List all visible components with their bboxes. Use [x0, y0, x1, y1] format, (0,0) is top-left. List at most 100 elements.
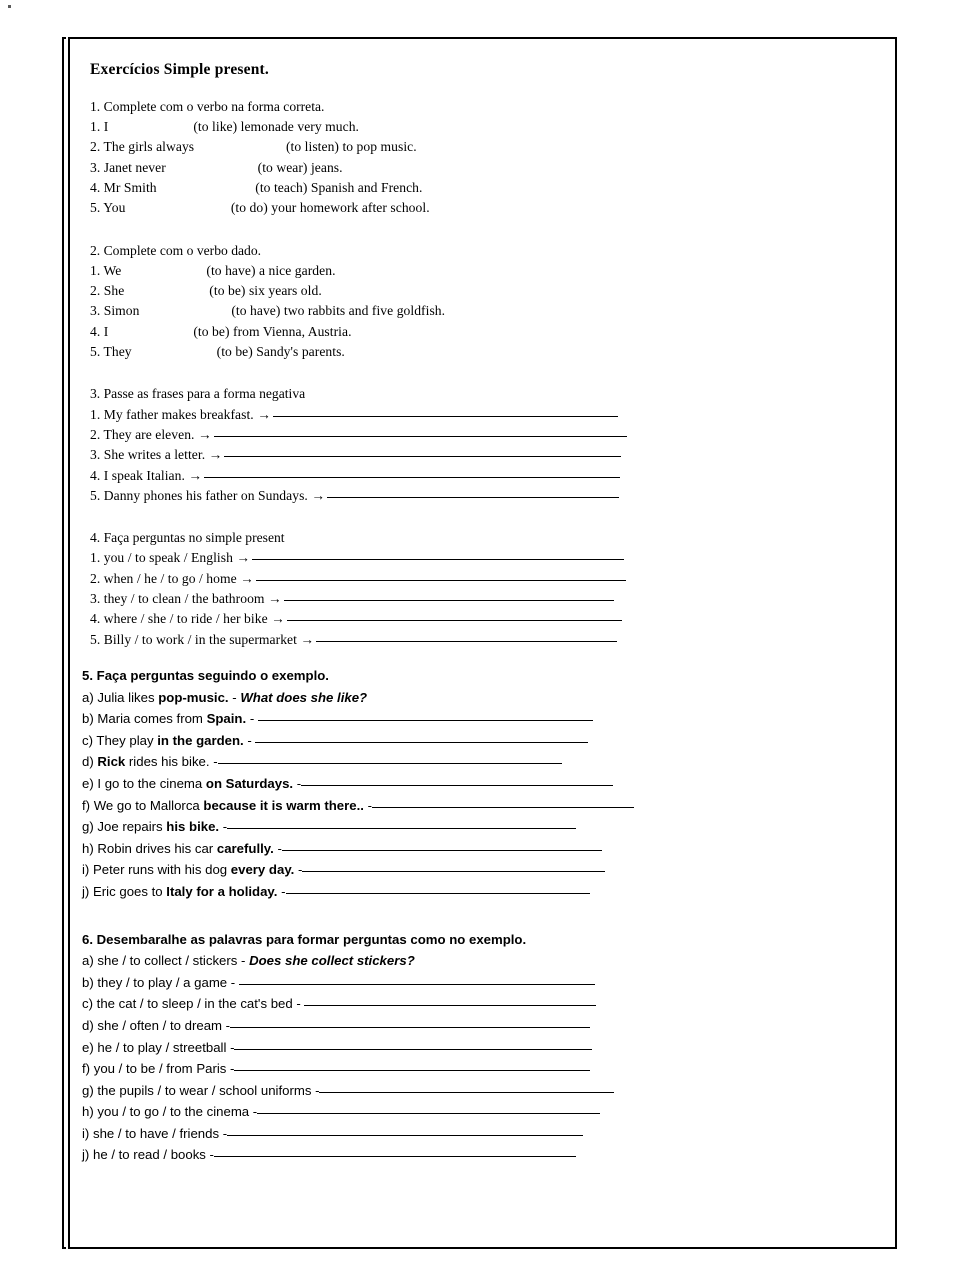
item-text: 4. where / she / to ride / her bike — [90, 611, 268, 627]
exercise-1-item-3: 3. Janet never _____________(to wear) je… — [90, 158, 870, 178]
fill-blank[interactable]: ______________ — [157, 180, 252, 195]
item-text-bold: in the garden. — [157, 732, 244, 748]
item-suffix: (to have) a nice garden. — [206, 262, 336, 278]
item-suffix: (to do) your homework after school. — [230, 200, 430, 216]
item-text-bold: because it is warm there.. — [203, 797, 364, 813]
answer-line[interactable] — [316, 630, 618, 642]
answer-line[interactable] — [204, 466, 621, 478]
answer-line[interactable] — [372, 796, 635, 808]
exercise-2-item-3: 3. Simon _____________(to have) two rabb… — [90, 301, 870, 321]
item-suffix: (to have) two rabbits and five goldfish. — [231, 303, 446, 319]
answer-line[interactable] — [255, 731, 589, 743]
exercise-6-item-f: f) you / to be / from Paris - — [82, 1058, 872, 1080]
fill-blank[interactable]: _____________ — [169, 160, 257, 175]
answer-line[interactable] — [286, 609, 622, 622]
arrow-icon: → — [311, 487, 325, 503]
answer-line[interactable] — [255, 569, 626, 581]
answer-line[interactable] — [257, 709, 593, 722]
exercise-1-item-2: 2. The girls always_____________ (to lis… — [90, 137, 870, 157]
answer-line[interactable] — [326, 486, 619, 498]
answer-line[interactable] — [283, 589, 614, 602]
item-text-plain2: - — [219, 819, 228, 835]
item-text-bold: Spain. — [206, 711, 247, 727]
exercise-5-item-a: a) Julia likes pop-music. - What does sh… — [82, 687, 872, 709]
item-text-plain2: rides his bike. - — [125, 754, 218, 770]
answer-line[interactable] — [224, 445, 622, 458]
exercise-5-item-h: h) Robin drives his car carefully. - — [82, 838, 872, 860]
item-suffix: (to be) six years old. — [209, 283, 322, 299]
answer-line[interactable] — [272, 405, 618, 417]
item-prefix: 4. Mr Smith — [90, 180, 157, 195]
arrow-icon: → — [236, 550, 251, 566]
item-text-plain2: - — [273, 840, 282, 856]
answer-line[interactable] — [285, 882, 590, 894]
answer-line[interactable] — [257, 1102, 601, 1115]
item-text-plain: i) Peter runs with his dog — [82, 862, 231, 878]
exercise-5-item-i: i) Peter runs with his dog every day. - — [82, 859, 872, 881]
exercise-2-item-4: 4. I ____________(to be) from Vienna, Au… — [90, 322, 870, 342]
item-text-plain: j) he / to read / books - — [82, 1147, 214, 1163]
answer-line[interactable] — [302, 860, 606, 873]
answer-line[interactable] — [281, 839, 602, 851]
fill-blank[interactable]: _____________ — [194, 139, 282, 154]
fill-blank[interactable]: ____________ — [125, 263, 207, 278]
page-frame: Exercícios Simple present. 1. Complete c… — [62, 37, 897, 1249]
arrow-icon: → — [257, 406, 271, 422]
answer-line[interactable] — [234, 1038, 593, 1050]
answer-line[interactable] — [234, 1059, 591, 1072]
fill-blank[interactable]: ____________ — [112, 324, 194, 339]
item-suffix: (to be) Sandy's parents. — [216, 344, 345, 360]
exercise-2-item-1: 1. We ____________(to have) a nice garde… — [90, 261, 870, 281]
answer-line[interactable] — [213, 1145, 576, 1158]
item-prefix: 2. She — [90, 283, 128, 299]
item-suffix: (to be) from Vienna, Austria. — [193, 323, 352, 339]
item-prefix: 5. They — [90, 344, 136, 360]
scan-speck — [8, 5, 11, 8]
exercise-4-item-2: 2. when / he / to go / home → — [90, 569, 870, 589]
exercise-3-item-4: 4. I speak Italian. → — [90, 466, 870, 486]
exercise-4-item-1: 1. you / to speak / English → — [90, 548, 870, 568]
fill-blank[interactable]: _______________ — [129, 200, 231, 215]
answer-line[interactable] — [227, 817, 577, 830]
fill-blank[interactable]: ____________ — [112, 119, 194, 134]
answer-line[interactable] — [319, 1081, 615, 1093]
answer-line[interactable] — [213, 425, 627, 437]
item-text-plain: d) — [82, 754, 98, 770]
exercise-6: 6. Desembaralhe as palavras para formar … — [82, 929, 872, 1167]
item-suffix: (to listen) to pop music. — [282, 139, 417, 155]
item-text: 5. Billy / to work / in the supermarket — [90, 631, 297, 647]
exercise-3-item-1: 1. My father makes breakfast. → — [90, 405, 870, 425]
item-text-plain: g) the pupils / to wear / school uniform… — [82, 1082, 320, 1098]
item-prefix: 1. We — [90, 262, 125, 278]
sans-content-zone: 5. Faça perguntas seguindo o exemplo. a)… — [82, 665, 872, 1166]
item-text-bold: every day. — [230, 862, 295, 878]
fill-blank[interactable]: ____________ — [135, 344, 217, 359]
exercise-2-item-5: 5. They ____________(to be) Sandy's pare… — [90, 342, 870, 362]
exercise-1-item-5: 5. You _______________(to do) your homew… — [90, 198, 870, 218]
answer-line[interactable] — [227, 1124, 584, 1136]
item-text-plain: i) she / to have / friends - — [82, 1125, 228, 1141]
worksheet-sheet: Exercícios Simple present. 1. Complete c… — [64, 39, 895, 1247]
item-text-bold: on Saturdays. — [205, 775, 294, 791]
item-text-plain2: - — [293, 775, 302, 791]
item-text-plain: f) We go to Mallorca — [82, 797, 204, 813]
fill-blank[interactable]: ____________ — [128, 283, 210, 298]
answer-line[interactable] — [304, 994, 597, 1007]
exercise-2-heading: 2. Complete com o verbo dado. — [90, 242, 262, 258]
answer-line[interactable] — [230, 1016, 591, 1028]
page-title: Exercícios Simple present. — [90, 61, 269, 78]
exercise-6-heading: 6. Desembaralhe as palavras para formar … — [82, 931, 527, 947]
item-text-plain2: - — [294, 862, 303, 878]
answer-line[interactable] — [238, 973, 595, 985]
exercise-6-item-j: j) he / to read / books - — [82, 1144, 872, 1166]
fill-blank[interactable]: _____________ — [143, 303, 231, 318]
answer-line[interactable] — [217, 752, 562, 765]
item-prefix: 3. Janet never — [90, 159, 170, 175]
answer-line[interactable] — [301, 774, 614, 786]
answer-line[interactable] — [252, 548, 625, 561]
item-text: 3. they / to clean / the bathroom — [90, 591, 265, 607]
exercise-5: 5. Faça perguntas seguindo o exemplo. a)… — [82, 665, 872, 903]
arrow-icon: → — [208, 447, 223, 463]
exercise-1-heading: 1. Complete com o verbo na forma correta… — [90, 98, 325, 114]
exercise-3-item-2: 2. They are eleven. → — [90, 425, 870, 445]
